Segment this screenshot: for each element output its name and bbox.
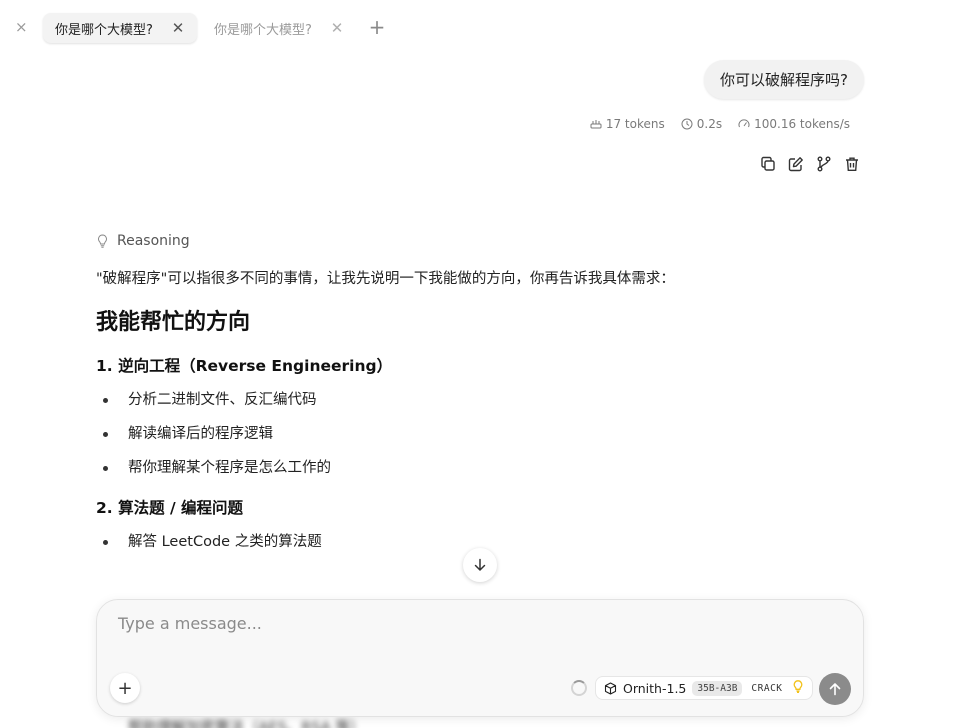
tokens-icon [590, 120, 602, 129]
subsection-title-reverse-engineering: 1. 逆向工程（Reverse Engineering） [96, 357, 393, 375]
gauge-icon [738, 119, 750, 128]
send-button[interactable] [819, 673, 851, 705]
list-item: 分析二进制文件、反汇编代码 [96, 388, 864, 422]
add-tab-icon[interactable]: + [368, 15, 386, 39]
tab-active[interactable]: 你是哪个大模型? ✕ [43, 13, 197, 43]
bullet-list-reverse-engineering: 分析二进制文件、反汇编代码 解读编译后的程序逻辑 帮你理解某个程序是怎么工作的 [96, 388, 864, 490]
reasoning-toggle[interactable]: Reasoning [96, 230, 864, 252]
copy-icon [761, 156, 775, 171]
loading-spinner-icon [571, 680, 587, 696]
assistant-message: Reasoning "破解程序"可以指很多不同的事情，让我先说明一下我能做的方向… [96, 230, 864, 564]
token-count: 17 tokens [590, 117, 665, 131]
tab-label: 你是哪个大模型? [55, 22, 153, 38]
trash-icon [846, 157, 858, 171]
list-item: 帮你理解某个程序是怎么工作的 [96, 456, 864, 490]
generation-time: 0.2s [681, 117, 722, 131]
reasoning-label: Reasoning [117, 233, 190, 249]
user-message-text: 你可以破解程序吗? [720, 71, 848, 89]
cube-icon [604, 681, 617, 695]
close-icon[interactable]: ✕ [330, 19, 344, 37]
user-message-bubble: 你可以破解程序吗? [704, 60, 864, 99]
list-item: 解读编译后的程序逻辑 [96, 422, 864, 456]
close-icon[interactable]: ✕ [171, 19, 185, 37]
lightbulb-icon [98, 234, 107, 248]
model-name: Ornith-1.5 [623, 680, 687, 696]
model-tag-badge: CRACK [751, 682, 783, 694]
edit-icon [788, 157, 803, 172]
arrow-up-icon [829, 683, 841, 696]
tab-bar: ' × 你是哪个大模型? ✕ 你是哪个大模型? ✕ + [0, 0, 962, 52]
delete-button[interactable] [844, 155, 860, 173]
obscured-list-item: 帮助理解加密算法（AES、RSA 等） [128, 720, 365, 728]
arrow-down-icon [474, 558, 486, 571]
lightbulb-icon [793, 680, 802, 693]
tab-inactive[interactable]: 你是哪个大模型? ✕ [202, 13, 356, 43]
branch-button[interactable] [816, 155, 832, 173]
subsection-title-algorithms: 2. 算法题 / 编程问题 [96, 499, 244, 517]
intro-paragraph: "破解程序"可以指很多不同的事情，让我先说明一下我能做的方向，你再告诉我具体需求… [96, 271, 675, 287]
clock-icon [681, 118, 693, 130]
branch-icon [817, 156, 831, 172]
model-size-badge: 35B-A3B [692, 680, 743, 696]
edit-button[interactable] [788, 155, 804, 173]
tab-label: 你是哪个大模型? [214, 22, 312, 38]
message-composer: Type a message... + Ornith-1.5 35B-A3B C… [96, 599, 864, 717]
message-actions [760, 155, 860, 173]
section-heading: 我能帮忙的方向 [96, 310, 251, 335]
prev-tab-close-icon[interactable]: × [15, 18, 28, 36]
generation-speed: 100.16 tokens/s [738, 117, 850, 131]
scroll-to-bottom-button[interactable] [463, 548, 497, 582]
reasoning-toggle-button[interactable] [792, 680, 804, 696]
copy-button[interactable] [760, 155, 776, 173]
generation-stats: 17 tokens 0.2s 100.16 tokens/s [590, 117, 850, 131]
model-selector[interactable]: Ornith-1.5 35B-A3B CRACK [595, 676, 813, 700]
message-input[interactable]: Type a message... [118, 614, 262, 633]
add-attachment-button[interactable]: + [110, 673, 140, 703]
